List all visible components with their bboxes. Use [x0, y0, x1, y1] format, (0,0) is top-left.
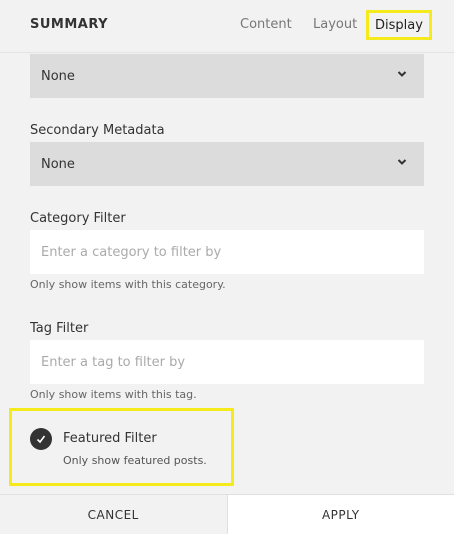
tab-display[interactable]: Display [366, 10, 432, 40]
primary-metadata-select[interactable]: None [30, 54, 424, 98]
chevron-down-icon [397, 159, 407, 165]
apply-button[interactable]: APPLY [227, 495, 454, 534]
cancel-button[interactable]: CANCEL [0, 495, 228, 534]
tab-content[interactable]: Content [240, 17, 292, 32]
secondary-metadata-select[interactable]: None [30, 142, 424, 186]
secondary-metadata-label: Secondary Metadata [30, 123, 165, 138]
checkmark-icon [36, 435, 46, 444]
category-filter-label: Category Filter [30, 211, 126, 226]
featured-filter-help: Only show featured posts. [63, 454, 207, 467]
secondary-metadata-value: None [41, 156, 75, 172]
featured-filter-label: Featured Filter [63, 431, 157, 446]
tag-filter-help: Only show items with this tag. [30, 388, 197, 401]
featured-filter-checkbox[interactable] [30, 428, 52, 450]
tag-filter-input[interactable] [30, 340, 424, 384]
category-filter-help: Only show items with this category. [30, 278, 226, 291]
panel-title: SUMMARY [30, 17, 109, 32]
tab-layout[interactable]: Layout [313, 17, 357, 32]
tag-filter-label: Tag Filter [30, 321, 89, 336]
chevron-down-icon [397, 71, 407, 77]
panel-header: SUMMARY Content Layout Display [0, 0, 454, 52]
featured-filter-option[interactable]: Featured Filter Only show featured posts… [9, 408, 234, 486]
category-filter-input[interactable] [30, 230, 424, 274]
settings-content[interactable]: None Secondary Metadata None Category Fi… [0, 52, 454, 494]
panel-footer: CANCEL APPLY [0, 494, 454, 534]
primary-metadata-value: None [41, 68, 75, 84]
